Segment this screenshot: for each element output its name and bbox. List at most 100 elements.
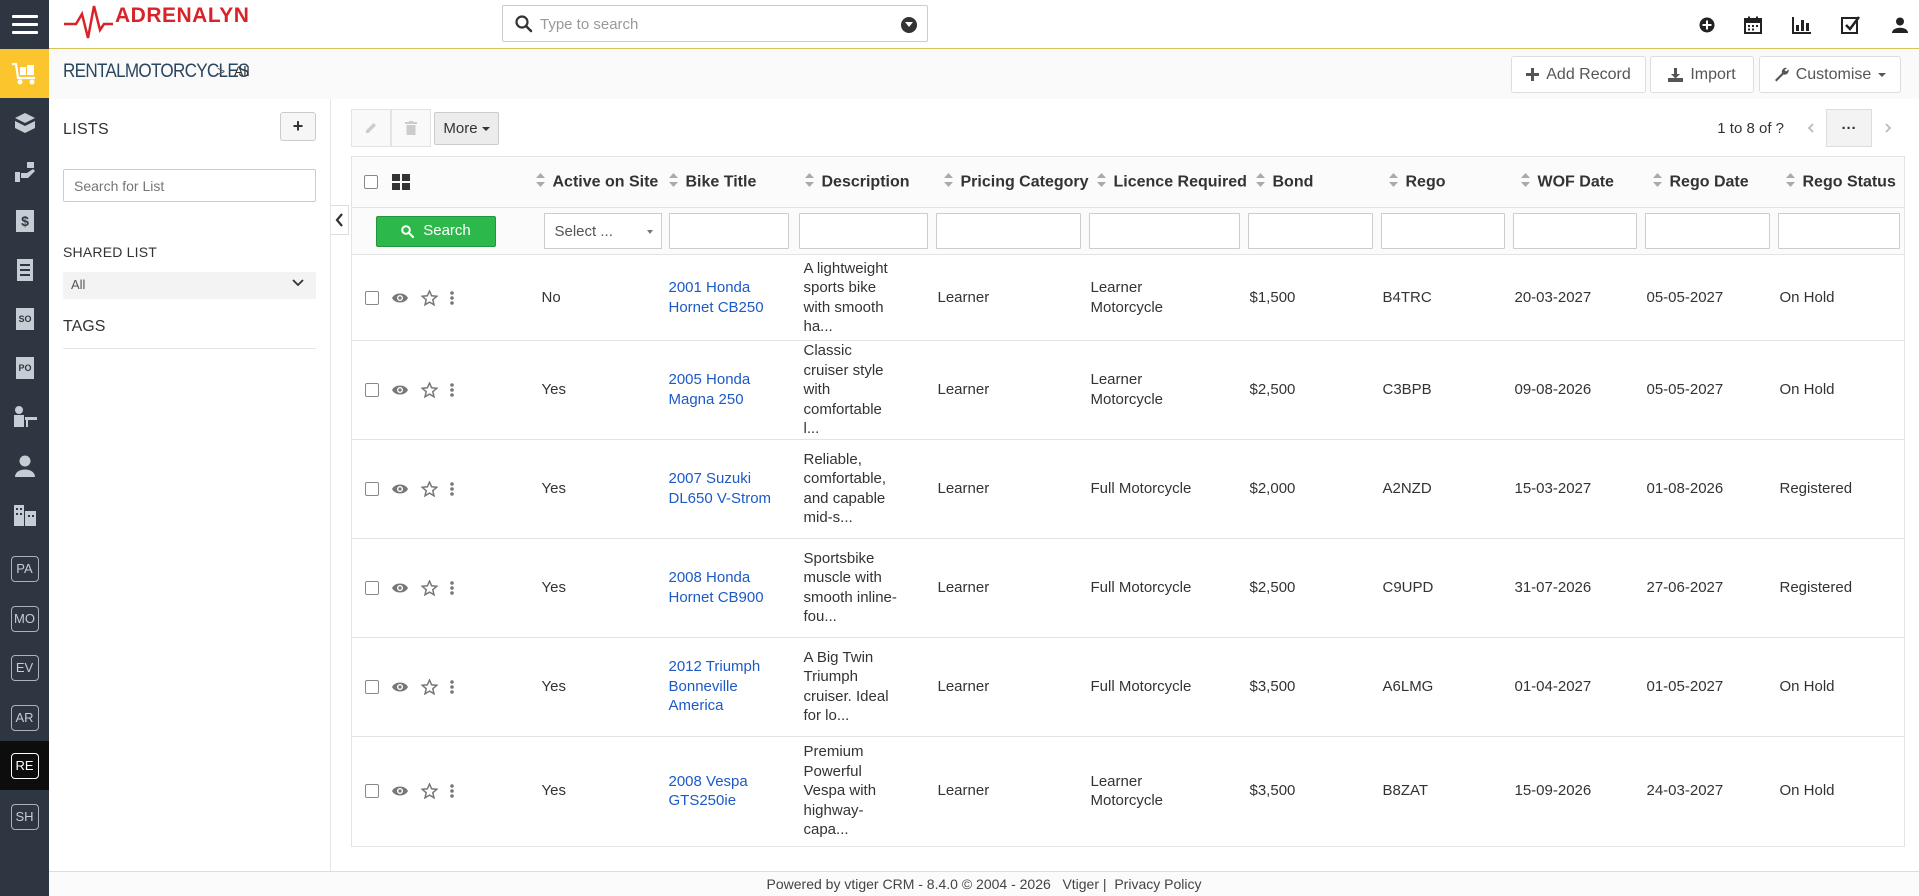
filter-input[interactable] bbox=[798, 213, 928, 249]
eye-icon[interactable] bbox=[391, 483, 409, 495]
column-header[interactable]: Bond bbox=[1243, 156, 1377, 208]
nav-rental-module[interactable] bbox=[0, 49, 49, 98]
column-header[interactable]: Active on Site bbox=[523, 156, 658, 208]
next-page-button[interactable] bbox=[1872, 109, 1904, 147]
nav-invoices[interactable] bbox=[0, 245, 49, 294]
star-icon[interactable] bbox=[421, 579, 438, 596]
filter-input[interactable] bbox=[1777, 213, 1900, 249]
shared-list-select[interactable]: All bbox=[63, 272, 316, 299]
select-all-checkbox[interactable] bbox=[364, 175, 378, 189]
nav-badge-ev[interactable]: EV bbox=[0, 643, 49, 692]
eye-icon[interactable] bbox=[391, 681, 409, 693]
nav-services[interactable] bbox=[0, 147, 49, 196]
privacy-policy-link[interactable]: Privacy Policy bbox=[1114, 876, 1201, 892]
column-header[interactable]: Rego Status bbox=[1773, 156, 1905, 208]
filter-input[interactable] bbox=[1380, 213, 1505, 249]
grid-columns-icon[interactable] bbox=[392, 174, 410, 190]
column-header[interactable]: Description bbox=[792, 156, 932, 208]
search-button[interactable]: Search bbox=[376, 215, 496, 247]
app-menu-button[interactable] bbox=[0, 0, 49, 49]
column-header[interactable]: Bike Title bbox=[656, 156, 793, 208]
bike-title-link[interactable]: 2001 Honda Hornet CB250 bbox=[656, 254, 793, 341]
nav-badge-sh[interactable]: SH bbox=[0, 792, 49, 841]
eye-icon[interactable] bbox=[391, 785, 409, 797]
column-header[interactable]: Licence Required bbox=[1084, 156, 1247, 208]
list-search-input[interactable] bbox=[63, 169, 316, 202]
nav-badge-pa[interactable]: PA bbox=[0, 544, 49, 593]
more-vertical-icon[interactable] bbox=[450, 481, 454, 497]
table-row[interactable]: Yes 2012 Triumph Bonneville America A Bi… bbox=[351, 637, 1905, 737]
star-icon[interactable] bbox=[421, 678, 438, 695]
column-header[interactable]: Rego bbox=[1376, 156, 1509, 208]
row-checkbox[interactable] bbox=[365, 580, 379, 595]
customise-button[interactable]: Customise bbox=[1759, 56, 1901, 93]
user-menu-button[interactable] bbox=[1880, 0, 1919, 49]
bike-title-link[interactable]: 2007 Suzuki DL650 V-Strom bbox=[656, 439, 793, 539]
more-vertical-icon[interactable] bbox=[450, 679, 454, 695]
bike-title-link[interactable]: 2008 Vespa GTS250ie bbox=[656, 736, 793, 847]
page-jump-button[interactable]: ··· bbox=[1826, 109, 1872, 147]
quick-create-button[interactable] bbox=[1687, 0, 1726, 49]
row-checkbox[interactable] bbox=[365, 679, 379, 694]
row-checkbox[interactable] bbox=[365, 784, 379, 798]
tasks-button[interactable] bbox=[1831, 0, 1870, 49]
bike-title-link[interactable]: 2005 Honda Magna 250 bbox=[656, 340, 793, 440]
active-filter-select[interactable]: Select ... bbox=[543, 213, 662, 249]
prev-page-button[interactable] bbox=[1794, 109, 1826, 147]
nav-quotes[interactable]: $ bbox=[0, 196, 49, 245]
edit-button[interactable] bbox=[351, 109, 391, 147]
add-record-button[interactable]: Add Record bbox=[1511, 56, 1646, 93]
filter-input[interactable] bbox=[668, 213, 789, 249]
collapse-panel-button[interactable] bbox=[331, 205, 349, 235]
eye-icon[interactable] bbox=[391, 292, 409, 304]
reports-button[interactable] bbox=[1782, 0, 1821, 49]
more-vertical-icon[interactable] bbox=[450, 580, 454, 596]
nav-helpdesk[interactable] bbox=[0, 392, 49, 441]
table-row[interactable]: Yes 2008 Vespa GTS250ie Premium Powerful… bbox=[351, 736, 1905, 847]
table-row[interactable]: Yes 2007 Suzuki DL650 V-Strom Reliable, … bbox=[351, 439, 1905, 539]
column-header[interactable]: WOF Date bbox=[1508, 156, 1641, 208]
more-vertical-icon[interactable] bbox=[450, 382, 454, 398]
table-row[interactable]: Yes 2008 Honda Hornet CB900 Sportsbike m… bbox=[351, 538, 1905, 638]
breadcrumb-view[interactable]: All bbox=[234, 63, 250, 79]
more-vertical-icon[interactable] bbox=[450, 783, 454, 799]
global-search-input[interactable] bbox=[540, 12, 880, 36]
column-header[interactable]: Rego Date bbox=[1640, 156, 1774, 208]
column-header[interactable]: Pricing Category bbox=[931, 156, 1089, 208]
filter-input[interactable] bbox=[1247, 213, 1373, 249]
nav-products[interactable] bbox=[0, 98, 49, 147]
table-row[interactable]: No 2001 Honda Hornet CB250 A lightweight… bbox=[351, 254, 1905, 341]
calendar-button[interactable] bbox=[1733, 0, 1772, 49]
search-options-dropdown-icon[interactable] bbox=[901, 17, 917, 33]
add-list-button[interactable]: + bbox=[280, 112, 316, 141]
nav-badge-ar[interactable]: AR bbox=[0, 693, 49, 742]
more-vertical-icon[interactable] bbox=[450, 290, 454, 306]
row-checkbox[interactable] bbox=[365, 481, 379, 496]
eye-icon[interactable] bbox=[391, 582, 409, 594]
star-icon[interactable] bbox=[421, 480, 438, 497]
filter-input[interactable] bbox=[1512, 213, 1637, 249]
bike-title-link[interactable]: 2008 Honda Hornet CB900 bbox=[656, 538, 793, 638]
more-actions-button[interactable]: More bbox=[434, 112, 499, 145]
row-checkbox[interactable] bbox=[365, 290, 379, 305]
import-button[interactable]: Import bbox=[1650, 56, 1754, 93]
row-checkbox[interactable] bbox=[365, 382, 379, 397]
delete-button[interactable] bbox=[391, 109, 431, 147]
nav-sales-orders[interactable]: SO bbox=[0, 294, 49, 343]
nav-organizations[interactable] bbox=[0, 490, 49, 539]
star-icon[interactable] bbox=[421, 381, 438, 398]
filter-input[interactable] bbox=[1644, 213, 1770, 249]
global-search[interactable] bbox=[502, 5, 928, 42]
nav-purchase-orders[interactable]: PO bbox=[0, 343, 49, 392]
bike-title-link[interactable]: 2012 Triumph Bonneville America bbox=[656, 637, 793, 737]
star-icon[interactable] bbox=[421, 783, 438, 799]
filter-input[interactable] bbox=[1088, 213, 1240, 249]
nav-contacts[interactable] bbox=[0, 441, 49, 490]
star-icon[interactable] bbox=[421, 289, 438, 306]
paging-info[interactable]: 1 to 8 of ? bbox=[1717, 120, 1784, 137]
vtiger-link[interactable]: Vtiger bbox=[1062, 876, 1099, 892]
nav-badge-re[interactable]: RE bbox=[0, 741, 49, 790]
table-row[interactable]: Yes 2005 Honda Magna 250 Classic cruiser… bbox=[351, 340, 1905, 440]
filter-input[interactable] bbox=[935, 213, 1081, 249]
nav-badge-mo[interactable]: MO bbox=[0, 594, 49, 643]
